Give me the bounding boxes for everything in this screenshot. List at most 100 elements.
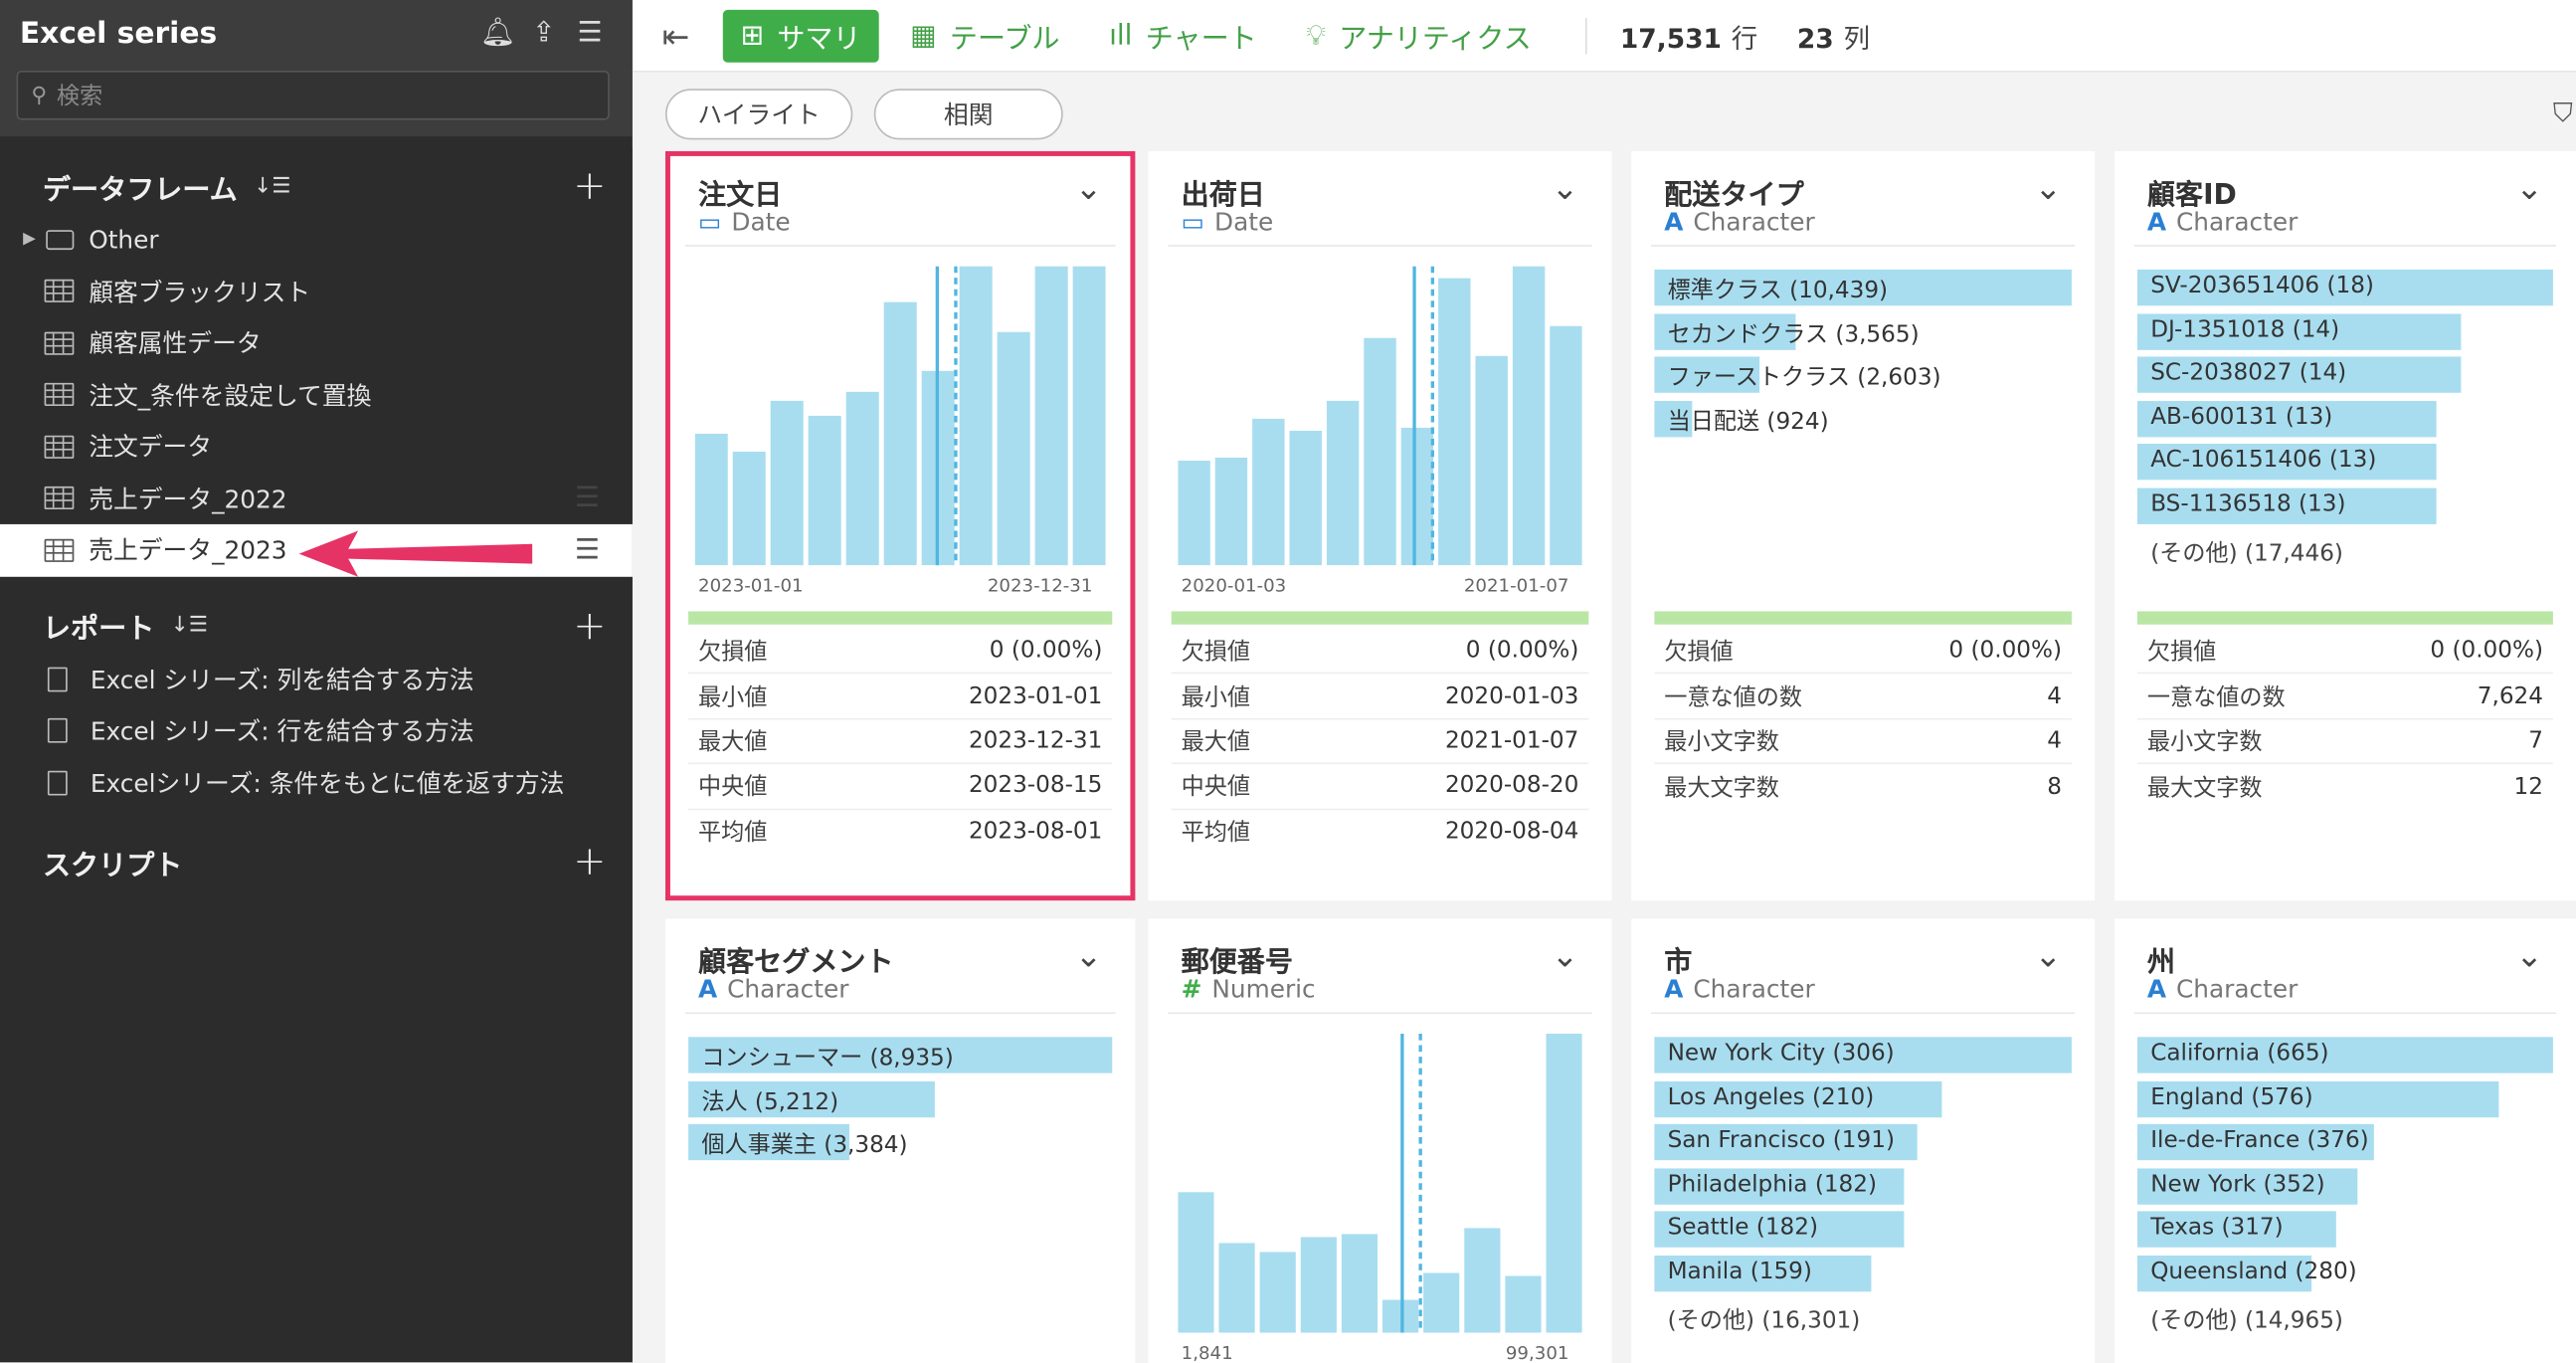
column-summary-card[interactable]: 顧客ID A Character ⌄ SV-203651406 (18) DJ-13510… [2114, 150, 2576, 901]
category-row[interactable]: セカンドクラス (3,565) [1654, 310, 2072, 354]
category-row[interactable]: New York (352) [2136, 1165, 2553, 1209]
category-row[interactable]: BS-1136518 (13) [2136, 485, 2553, 528]
column-summary-card[interactable]: 出荷日 ▭ Date ⌄ 2020-01-03 2021-01-07 欠損値 0 (0.00%… [1148, 150, 1612, 901]
category-row[interactable]: Texas (317) [2136, 1209, 2553, 1253]
collapse-sidebar-icon[interactable]: ⇤ [662, 16, 690, 56]
sidebar-item-dataframe[interactable]: 売上データ_2022 ☰ [0, 473, 633, 524]
chevron-right-icon[interactable]: ▶ [23, 231, 36, 249]
highlight-button[interactable]: ハイライト [664, 89, 853, 140]
histogram-bar[interactable] [1326, 400, 1360, 566]
add-dataframe-button[interactable]: + [573, 163, 606, 209]
category-row[interactable]: (その他) (17,446) [2137, 528, 2553, 572]
histogram-bar[interactable] [808, 415, 841, 566]
chevron-down-icon[interactable]: ⌄ [2034, 935, 2062, 975]
histogram-bar[interactable] [1546, 1033, 1582, 1333]
bell-icon[interactable]: 🔔︎ [474, 13, 520, 53]
chevron-down-icon[interactable]: ⌄ [1552, 935, 1579, 975]
histogram-bar[interactable] [1214, 457, 1248, 566]
column-summary-card[interactable]: 郵便番号 # Numeric ⌄ 1,841 99,301 [1148, 918, 1612, 1363]
item-menu-icon[interactable]: ☰ [575, 482, 600, 514]
histogram-bar[interactable] [1072, 266, 1106, 566]
chevron-down-icon[interactable]: ⌄ [2515, 167, 2543, 207]
category-row[interactable]: SC-2038027 (14) [2136, 353, 2553, 397]
histogram-bar[interactable] [1512, 266, 1546, 566]
sidebar-item-report[interactable]: Excel シリーズ: 行を結合する方法 [0, 705, 633, 757]
sidebar-item-dataframe[interactable]: 顧客ブラックリスト [0, 266, 633, 317]
category-row[interactable]: England (576) [2136, 1077, 2553, 1121]
histogram-bar[interactable] [1341, 1234, 1379, 1333]
histogram-bar[interactable] [1400, 427, 1434, 566]
histogram-bar[interactable] [694, 433, 728, 566]
histogram[interactable] [1178, 266, 1582, 566]
tab-summary[interactable]: ⊞ サマリ [722, 9, 879, 62]
tab-analytics[interactable]: 💡︎ アナリティクス [1288, 9, 1550, 62]
menu-icon[interactable]: ☰ [567, 13, 613, 53]
histogram-bar[interactable] [1464, 1228, 1501, 1333]
histogram-bar[interactable] [1289, 430, 1322, 566]
histogram-bar[interactable] [1505, 1275, 1542, 1333]
histogram-bar[interactable] [959, 266, 993, 566]
filter-icon[interactable]: ⛉ [2553, 97, 2573, 129]
category-row[interactable]: Manila (159) [1654, 1253, 2072, 1296]
column-summary-card[interactable]: 注文日 ▭ Date ⌄ 2023-01-01 2023-12-31 欠損値 0 (0.00%… [664, 150, 1136, 901]
sidebar-item-dataframe[interactable]: 注文データ [0, 421, 633, 473]
tab-chart[interactable]: ıll チャート [1091, 9, 1275, 62]
histogram-bar[interactable] [1218, 1243, 1255, 1333]
add-script-button[interactable]: + [573, 838, 606, 883]
category-row[interactable]: DJ-1351018 (14) [2136, 310, 2553, 354]
column-summary-card[interactable]: 市 A Character ⌄ New York City (306) Los Angel… [1631, 918, 2096, 1363]
category-row[interactable]: SV-203651406 (18) [2136, 267, 2553, 310]
tab-table[interactable]: ▦ テーブル [892, 9, 1078, 62]
category-row[interactable]: (その他) (16,301) [1654, 1296, 2072, 1340]
category-row[interactable]: Ile-de-France (376) [2136, 1121, 2553, 1165]
histogram-bar[interactable] [1475, 355, 1508, 566]
category-row[interactable]: 法人 (5,212) [688, 1077, 1112, 1121]
category-row[interactable]: California (665) [2136, 1034, 2553, 1077]
category-row[interactable]: AC-106151406 (13) [2136, 441, 2553, 485]
sidebar-folder-other[interactable]: ▶ Other [0, 214, 633, 266]
column-summary-card[interactable]: 州 A Character ⌄ California (665) England (576… [2114, 918, 2576, 1363]
sort-icon[interactable]: ↓☰ [171, 613, 208, 638]
category-row[interactable]: コンシューマー (8,935) [688, 1034, 1113, 1077]
chevron-down-icon[interactable]: ⌄ [2515, 935, 2543, 975]
histogram-bar[interactable] [1550, 325, 1582, 566]
histogram-bar[interactable] [1259, 1252, 1296, 1333]
category-row[interactable]: 当日配送 (924) [1654, 397, 2072, 441]
histogram-bar[interactable] [1252, 418, 1285, 566]
histogram-bar[interactable] [1381, 1299, 1419, 1333]
category-row[interactable]: AB-600131 (13) [2136, 397, 2553, 441]
histogram-bar[interactable] [845, 391, 879, 566]
histogram-bar[interactable] [770, 400, 804, 566]
chevron-down-icon[interactable]: ⌄ [1075, 935, 1103, 975]
histogram-bar[interactable] [1423, 1272, 1460, 1333]
histogram[interactable] [1178, 1033, 1582, 1333]
histogram-bar[interactable] [1178, 460, 1210, 566]
category-row[interactable]: 個人事業主 (3,384) [688, 1121, 1112, 1165]
category-row[interactable]: Philadelphia (182) [1654, 1165, 2072, 1209]
correlation-button[interactable]: 相関 [873, 89, 1063, 140]
category-row[interactable]: 標準クラス (10,439) [1654, 267, 2072, 310]
histogram-bar[interactable] [1178, 1192, 1214, 1333]
column-summary-card[interactable]: 顧客セグメント A Character ⌄ コンシューマー (8,935) 法人 (5,2… [664, 918, 1136, 1363]
histogram[interactable] [694, 266, 1106, 566]
histogram-bar[interactable] [1438, 278, 1471, 566]
chevron-down-icon[interactable]: ⌄ [2034, 167, 2062, 207]
chevron-down-icon[interactable]: ⌄ [1075, 167, 1103, 207]
sidebar-item-dataframe[interactable]: 注文_条件を設定して置換 [0, 369, 633, 421]
category-row[interactable]: Los Angeles (210) [1654, 1077, 2072, 1121]
category-row[interactable]: Seattle (182) [1654, 1209, 2072, 1253]
category-row[interactable]: San Francisco (191) [1654, 1121, 2072, 1165]
category-row[interactable]: (その他) (14,965) [2137, 1296, 2553, 1340]
sidebar-item-report[interactable]: Excel シリーズ: 列を結合する方法 [0, 654, 633, 705]
histogram-bar[interactable] [1364, 337, 1396, 566]
histogram-bar[interactable] [732, 451, 766, 566]
histogram-bar[interactable] [883, 301, 917, 566]
sidebar-item-report[interactable]: Excelシリーズ: 条件をもとに値を返す方法 [0, 757, 633, 809]
column-summary-card[interactable]: 配送タイプ A Character ⌄ 標準クラス (10,439) セカンドクラス (3… [1631, 150, 2096, 901]
sidebar-item-dataframe[interactable]: 顧客属性データ [0, 317, 633, 369]
category-row[interactable]: ファーストクラス (2,603) [1654, 353, 2072, 397]
histogram-bar[interactable] [1300, 1237, 1337, 1333]
category-row[interactable]: Queensland (280) [2136, 1253, 2553, 1296]
search-input[interactable]: ⚲ 検索 [16, 71, 610, 120]
histogram-bar[interactable] [1034, 266, 1068, 566]
